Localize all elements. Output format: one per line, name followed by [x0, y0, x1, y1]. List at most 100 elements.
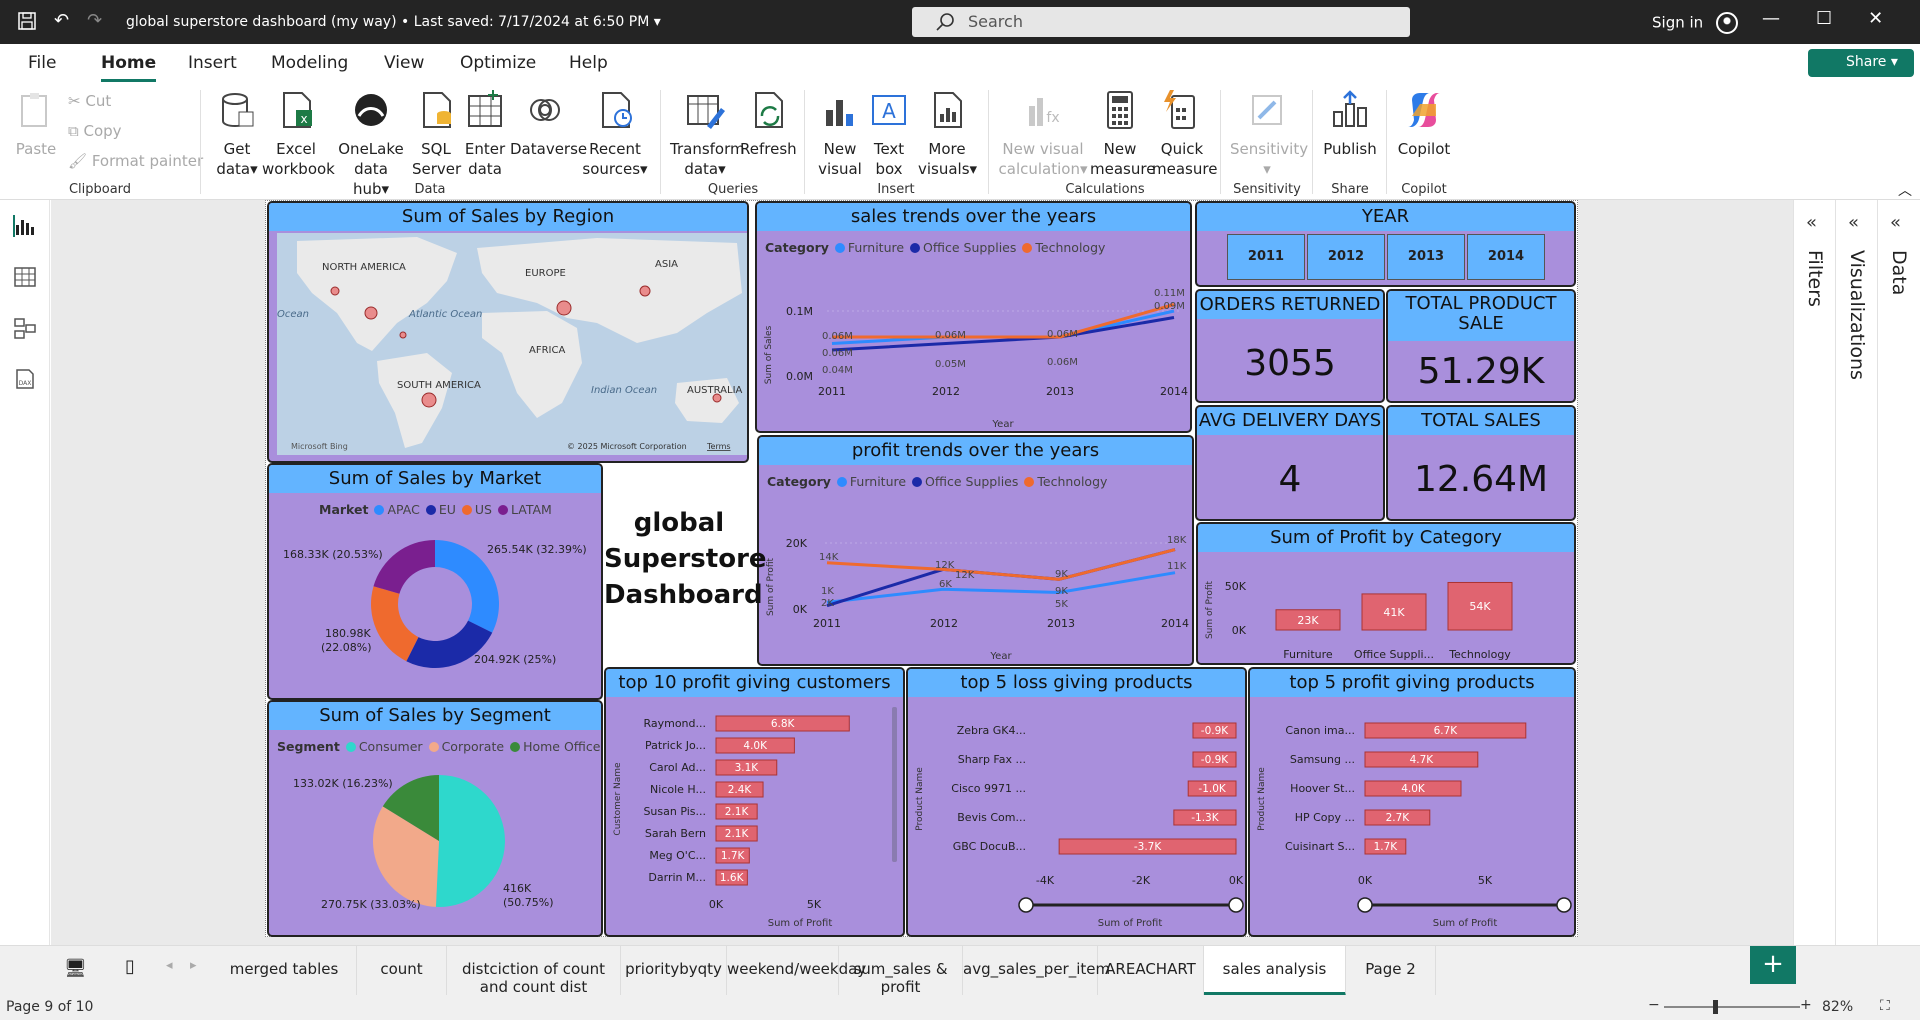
page-tab-4[interactable]: weekend/weekday [727, 946, 866, 996]
menu-modeling[interactable]: Modeling [271, 53, 348, 73]
loss-range-handle-left[interactable] [1018, 897, 1034, 913]
chevron-down-icon[interactable]: ▾ [654, 14, 661, 30]
report-view-icon[interactable] [13, 215, 37, 237]
bubble-south-america[interactable] [421, 392, 437, 408]
bubble-canada[interactable] [330, 286, 340, 296]
page-tab-6[interactable]: avg_sales_per_item [963, 946, 1110, 996]
copy-button[interactable]: ⧉ Copy [68, 122, 122, 140]
redo-icon[interactable]: ↷ [87, 10, 102, 31]
year-button-2014[interactable]: 2014 [1467, 234, 1545, 280]
page-tab-9[interactable]: Page 2 [1346, 946, 1436, 996]
total-product-sale-card[interactable]: TOTAL PRODUCT SALE 51.29K [1386, 289, 1576, 403]
market-slice-us[interactable] [371, 586, 419, 662]
bubble-central[interactable] [399, 331, 407, 339]
menu-optimize[interactable]: Optimize [460, 53, 536, 73]
model-view-icon[interactable] [13, 317, 37, 339]
new-visual-calculation-button[interactable]: fx New visual calculation▾ [998, 90, 1088, 179]
undo-icon[interactable]: ↶ [54, 10, 69, 31]
new-measure-button[interactable]: New measure [1090, 90, 1155, 179]
map-terms-link[interactable]: Terms [706, 442, 731, 451]
zoom-slider[interactable] [1664, 1006, 1800, 1008]
sales-series-technology[interactable] [832, 303, 1175, 339]
bubble-europe[interactable] [556, 300, 572, 316]
sales-trend-visual[interactable]: sales trends over the years Category Furn… [755, 201, 1192, 433]
dax-query-icon[interactable]: DAX [13, 368, 37, 390]
maximize-icon[interactable]: ☐ [1816, 8, 1832, 29]
profit-series-furniture[interactable] [826, 571, 1176, 604]
visualizations-pane[interactable]: « Visualizations [1835, 200, 1875, 945]
sign-in-button[interactable]: Sign in [1652, 12, 1738, 34]
get-data-button[interactable]: Get data▾ [212, 90, 262, 179]
expand-data-icon[interactable]: « [1890, 212, 1901, 233]
zoom-in-button[interactable]: + [1800, 997, 1812, 1013]
bubble-us[interactable] [364, 306, 378, 320]
search-input[interactable]: Search [912, 7, 1410, 37]
add-page-button[interactable]: + [1750, 946, 1796, 984]
publish-button[interactable]: Publish [1322, 90, 1378, 159]
year-button-2013[interactable]: 2013 [1387, 234, 1465, 280]
enter-data-button[interactable]: Enter data [462, 90, 508, 179]
menu-home[interactable]: Home [101, 53, 157, 82]
top-customers-visual[interactable]: top 10 profit giving customers Customer … [604, 667, 905, 937]
year-slicer[interactable]: YEAR 2011 2012 2013 2014 [1195, 201, 1576, 287]
bubble-oceania[interactable] [712, 393, 722, 403]
more-visuals-button[interactable]: More visuals▾ [918, 90, 977, 179]
text-box-button[interactable]: A Text box [866, 90, 912, 179]
page-tab-7[interactable]: AREACHART [1098, 946, 1204, 996]
profit-products-chart[interactable]: Product Name 6.7K Canon ima... 4.7K Samsung… [1250, 699, 1576, 937]
dataverse-button[interactable]: Dataverse [510, 90, 587, 159]
refresh-button[interactable]: Refresh [740, 90, 797, 159]
market-donut[interactable]: 265.54K (32.39%) 204.92K (25%) 180.98K (… [269, 520, 603, 700]
page-tab-8[interactable]: sales analysis [1204, 946, 1346, 996]
profit-category-chart[interactable]: Sum of Profit 50K 0K 23K Furniture 41K Offi… [1198, 552, 1576, 665]
fit-page-icon[interactable]: ⛶ [1880, 998, 1890, 1014]
map-visual[interactable]: Sum of Sales by Region NORTH AMERICA EUR… [267, 201, 749, 463]
share-button[interactable]: Share ▾ [1808, 49, 1914, 77]
copilot-button[interactable]: Copilot [1394, 90, 1454, 159]
profit-products-visual[interactable]: top 5 profit giving products Product Nam… [1248, 667, 1576, 937]
menu-view[interactable]: View [384, 53, 424, 73]
segment-slice-consumer[interactable] [435, 775, 506, 907]
bubble-asia[interactable] [639, 285, 651, 297]
year-button-2012[interactable]: 2012 [1307, 234, 1385, 280]
minimize-icon[interactable]: — [1762, 8, 1780, 29]
profit-trend-visual[interactable]: profit trends over the years Category Fur… [757, 435, 1194, 666]
sales-trend-chart[interactable]: 0.1M 0.0M Sum of Sales 2011 2012 2013 20… [757, 253, 1192, 433]
transform-data-button[interactable]: Transform data▾ [670, 90, 745, 179]
cut-button[interactable]: ✂ Cut [68, 92, 111, 110]
filters-pane[interactable]: « Filters [1793, 200, 1833, 945]
sensitivity-button[interactable]: Sensitivity ▾ [1230, 90, 1308, 179]
profit-by-category-visual[interactable]: Sum of Profit by Category Sum of Profit … [1196, 522, 1576, 665]
sql-server-button[interactable]: SQL Server [412, 90, 461, 179]
menu-insert[interactable]: Insert [188, 53, 237, 73]
profit-series-technology[interactable] [826, 548, 1176, 581]
new-visual-button[interactable]: New visual [815, 90, 865, 179]
total-sales-card[interactable]: TOTAL SALES 12.64M [1386, 405, 1576, 521]
excel-workbook-button[interactable]: x Excel workbook [262, 90, 335, 179]
paste-button[interactable]: Paste [14, 90, 58, 159]
zoom-out-button[interactable]: − [1648, 997, 1660, 1013]
format-painter-button[interactable]: 🖌 Format painter [68, 152, 203, 170]
customers-scrollbar[interactable] [892, 707, 897, 862]
collapse-ribbon-icon[interactable]: ︿ [1898, 180, 1912, 200]
page-tab-5[interactable]: sum_sales & profit [839, 946, 963, 996]
data-pane[interactable]: « Data [1877, 200, 1917, 945]
quick-measure-button[interactable]: Quick measure [1152, 90, 1217, 179]
world-map[interactable]: NORTH AMERICA EUROPE ASIA Atlantic Ocean… [277, 233, 747, 455]
customers-chart[interactable]: Customer Name 6.8K Raymond... 4.0K Patrick … [606, 699, 905, 937]
page-tab-2[interactable]: distciction of count and count dist [447, 946, 621, 996]
mobile-layout-icon[interactable]: ▯ [125, 956, 135, 977]
pp-range-handle-right[interactable] [1556, 897, 1572, 913]
prev-tab-icon[interactable]: ◂ [166, 958, 173, 973]
loss-products-visual[interactable]: top 5 loss giving products Product Name … [906, 667, 1247, 937]
year-button-2011[interactable]: 2011 [1227, 234, 1305, 280]
loss-range-handle-right[interactable] [1228, 897, 1244, 913]
page-tab-0[interactable]: merged tables [212, 946, 357, 996]
loss-products-chart[interactable]: Product Name -0.9K Zebra GK4... -0.9K Sharp… [908, 699, 1247, 937]
avg-delivery-card[interactable]: AVG DELIVERY DAYS 4 [1195, 405, 1385, 521]
expand-visualizations-icon[interactable]: « [1848, 212, 1859, 233]
page-tab-3[interactable]: prioritybyqty [621, 946, 727, 996]
save-icon[interactable] [18, 11, 36, 30]
page-tab-1[interactable]: count [357, 946, 447, 996]
menu-help[interactable]: Help [569, 53, 608, 73]
